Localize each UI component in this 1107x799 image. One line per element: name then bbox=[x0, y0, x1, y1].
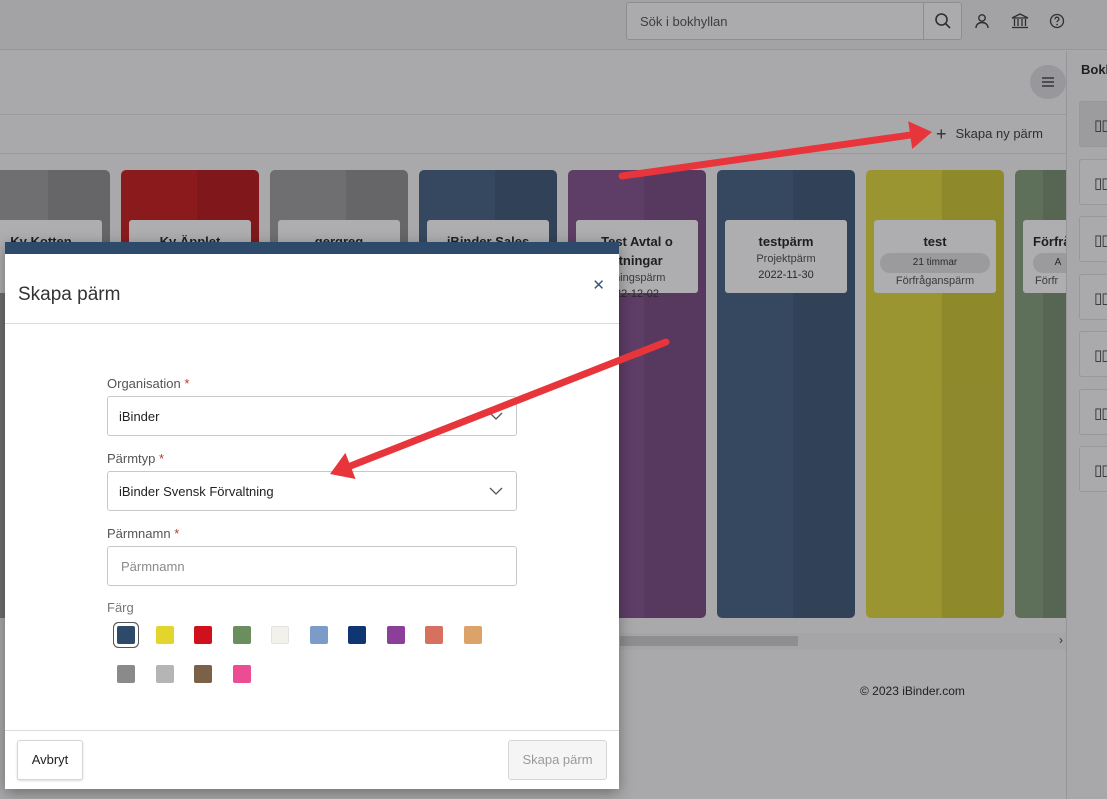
binder-card[interactable]: test 21 timmar Förfråganspärm bbox=[866, 170, 1004, 618]
dialog-title: Skapa pärm bbox=[18, 284, 121, 305]
create-binder-link[interactable]: + Skapa ny pärm bbox=[936, 123, 1043, 144]
bookshelf-item[interactable]: ▯▯▯ bbox=[1079, 159, 1107, 205]
close-button[interactable]: ✕ bbox=[592, 276, 605, 294]
binder-title: test bbox=[923, 234, 947, 249]
plus-icon: + bbox=[936, 123, 947, 144]
binders-icon: ▯▯▯ bbox=[1094, 232, 1107, 249]
binder-type-select[interactable]: iBinder Svensk Förvaltning bbox=[107, 471, 517, 511]
color-swatch[interactable] bbox=[194, 665, 212, 683]
bookshelf-item[interactable]: ▯▯▯ bbox=[1079, 446, 1107, 492]
copyright: © 2023 iBinder.com bbox=[860, 684, 965, 698]
bookshelf-item[interactable]: ▯▯▯ bbox=[1079, 274, 1107, 320]
menu-button[interactable] bbox=[1030, 65, 1066, 99]
binder-date: 2022-11-30 bbox=[758, 269, 814, 281]
color-swatch[interactable] bbox=[155, 626, 174, 644]
binders-icon: ▯▯▯ bbox=[1094, 117, 1107, 134]
color-swatch[interactable] bbox=[155, 665, 174, 683]
scrollbar-thumb[interactable] bbox=[620, 636, 798, 646]
color-swatch[interactable] bbox=[425, 626, 443, 644]
binder-type-label: Pärmtyp * bbox=[107, 451, 165, 466]
sub-header bbox=[0, 51, 1066, 115]
binders-icon: ▯▯▯ bbox=[1094, 462, 1107, 479]
organisation-button[interactable] bbox=[1009, 10, 1031, 32]
color-label: Färg bbox=[107, 600, 134, 615]
action-bar bbox=[0, 116, 1066, 154]
binders-icon: ▯▯▯ bbox=[1094, 175, 1107, 192]
help-icon bbox=[1049, 13, 1065, 29]
divider bbox=[5, 730, 619, 731]
binder-type-value: iBinder Svensk Förvaltning bbox=[119, 484, 274, 499]
binder-name-label: Pärmnamn * bbox=[107, 526, 180, 541]
search-input[interactable]: Sök i bokhyllan bbox=[640, 14, 727, 29]
search-icon bbox=[934, 13, 951, 29]
chevron-down-icon bbox=[489, 487, 503, 495]
create-binder-dialog: Skapa pärm ✕ Organisation * iBinder Pärm… bbox=[5, 242, 619, 789]
search-box[interactable]: Sök i bokhyllan bbox=[626, 2, 962, 40]
binder-card[interactable]: testpärm Projektpärm 2022-11-30 bbox=[717, 170, 855, 618]
hamburger-icon bbox=[1042, 77, 1054, 87]
close-icon: ✕ bbox=[592, 277, 605, 294]
bookshelf-item[interactable]: ▯▯▯ bbox=[1079, 389, 1107, 435]
binder-type: Förfr bbox=[1035, 275, 1059, 287]
color-swatch[interactable] bbox=[232, 665, 251, 683]
binders-icon: ▯▯▯ bbox=[1094, 405, 1107, 422]
bookshelf-panel-title: Bokh bbox=[1081, 62, 1107, 77]
divider bbox=[5, 323, 619, 324]
create-binder-label: Skapa ny pärm bbox=[955, 126, 1043, 141]
bookshelf-item[interactable]: ▯▯▯ bbox=[1079, 331, 1107, 377]
bookshelf-item[interactable]: ▯▯▯ bbox=[1079, 216, 1107, 262]
binder-title: testpärm bbox=[758, 234, 814, 249]
color-swatch[interactable] bbox=[463, 626, 482, 644]
binder-title: Förfrå bbox=[1033, 234, 1066, 249]
organisation-select[interactable]: iBinder bbox=[107, 396, 517, 436]
binder-type: Förfråganspärm bbox=[895, 275, 975, 287]
color-swatch[interactable] bbox=[386, 626, 405, 644]
bookshelf-panel: Bokh ▯▯▯ ▯▯▯ ▯▯▯ ▯▯▯ ▯▯▯ ▯▯▯ ▯▯▯ bbox=[1066, 51, 1107, 799]
organisation-value: iBinder bbox=[119, 409, 160, 424]
binders-icon: ▯▯▯ bbox=[1094, 347, 1107, 364]
bookshelf-item[interactable]: ▯▯▯ bbox=[1079, 101, 1107, 147]
bank-icon bbox=[1011, 13, 1029, 29]
binders-icon: ▯▯▯ bbox=[1094, 290, 1107, 307]
scroll-right-icon[interactable]: › bbox=[1059, 633, 1063, 647]
binder-time-badge: 21 timmar bbox=[880, 253, 990, 273]
binder-card[interactable]: Förfrå A Förfr bbox=[1015, 170, 1066, 618]
create-binder-button[interactable]: Skapa pärm bbox=[508, 740, 607, 780]
binder-label: test 21 timmar Förfråganspärm bbox=[874, 220, 996, 293]
color-swatch[interactable] bbox=[232, 626, 251, 644]
color-swatch[interactable] bbox=[117, 626, 135, 644]
color-swatch[interactable] bbox=[348, 626, 366, 644]
binder-time-badge: A bbox=[1033, 253, 1066, 273]
binder-type: Projektpärm bbox=[756, 253, 816, 265]
user-icon bbox=[975, 14, 989, 29]
user-button[interactable] bbox=[971, 10, 993, 32]
color-swatch[interactable] bbox=[194, 626, 212, 644]
color-swatch[interactable] bbox=[309, 626, 328, 644]
shelf-scrollbar[interactable]: › bbox=[620, 633, 1066, 650]
cancel-button[interactable]: Avbryt bbox=[17, 740, 83, 780]
binder-label: Förfrå A Förfr bbox=[1023, 220, 1066, 293]
help-button[interactable] bbox=[1046, 10, 1068, 32]
binder-label: testpärm Projektpärm 2022-11-30 bbox=[725, 220, 847, 293]
color-swatch[interactable] bbox=[117, 665, 135, 683]
organisation-label: Organisation * bbox=[107, 376, 190, 391]
chevron-down-icon bbox=[489, 412, 503, 420]
search-button[interactable] bbox=[923, 3, 961, 39]
color-swatch[interactable] bbox=[271, 626, 289, 644]
binder-name-input[interactable]: Pärmnamn bbox=[107, 546, 517, 586]
